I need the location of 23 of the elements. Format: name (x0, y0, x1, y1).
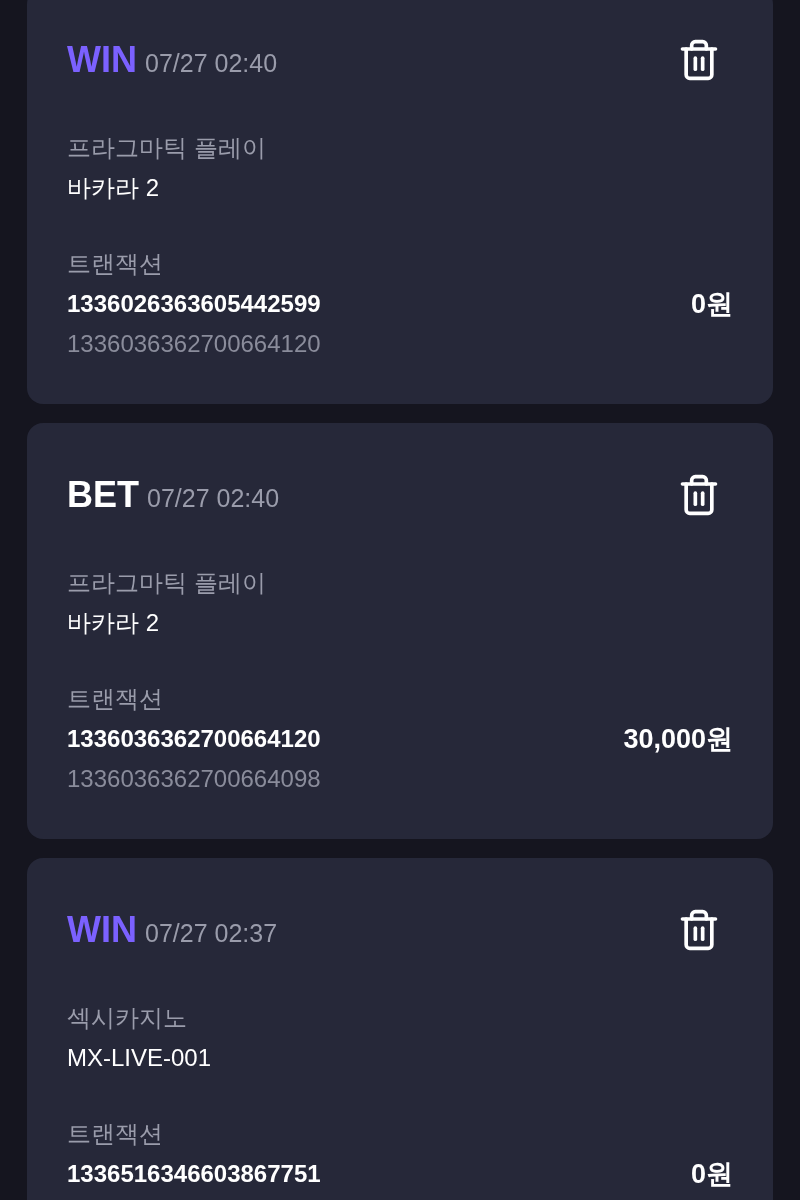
game-name: MX-LIVE-001 (67, 1043, 213, 1073)
amount: 30,000원 (623, 722, 733, 756)
transaction-id: 1336026363605442599 (67, 289, 321, 319)
transaction-type: WIN (67, 907, 137, 952)
provider-name: 프라그마틱 플레이 (67, 133, 267, 163)
transaction-type: BET (67, 472, 139, 517)
transaction-label: 트랜잭션 (67, 1119, 164, 1149)
transaction-time: 07/27 02:37 (145, 917, 278, 949)
provider-name: 섹시카지노 (67, 1003, 188, 1033)
provider-name: 프라그마틱 플레이 (67, 568, 267, 598)
transaction-id: 1336516346603867751 (67, 1159, 321, 1189)
transaction-time: 07/27 02:40 (147, 482, 280, 514)
transaction-type: WIN (67, 37, 137, 82)
reference-id: 1336036362700664098 (67, 764, 322, 794)
transaction-time: 07/27 02:40 (145, 47, 278, 79)
game-name: 바카라 2 (67, 608, 160, 638)
reference-id: 1336036362700664120 (67, 329, 322, 359)
transaction-id: 1336036362700664120 (67, 724, 321, 754)
game-name: 바카라 2 (67, 173, 160, 203)
amount: 0원 (690, 287, 733, 321)
amount: 0원 (690, 1157, 733, 1191)
transaction-label: 트랜잭션 (67, 249, 164, 279)
transaction-label: 트랜잭션 (67, 684, 164, 714)
